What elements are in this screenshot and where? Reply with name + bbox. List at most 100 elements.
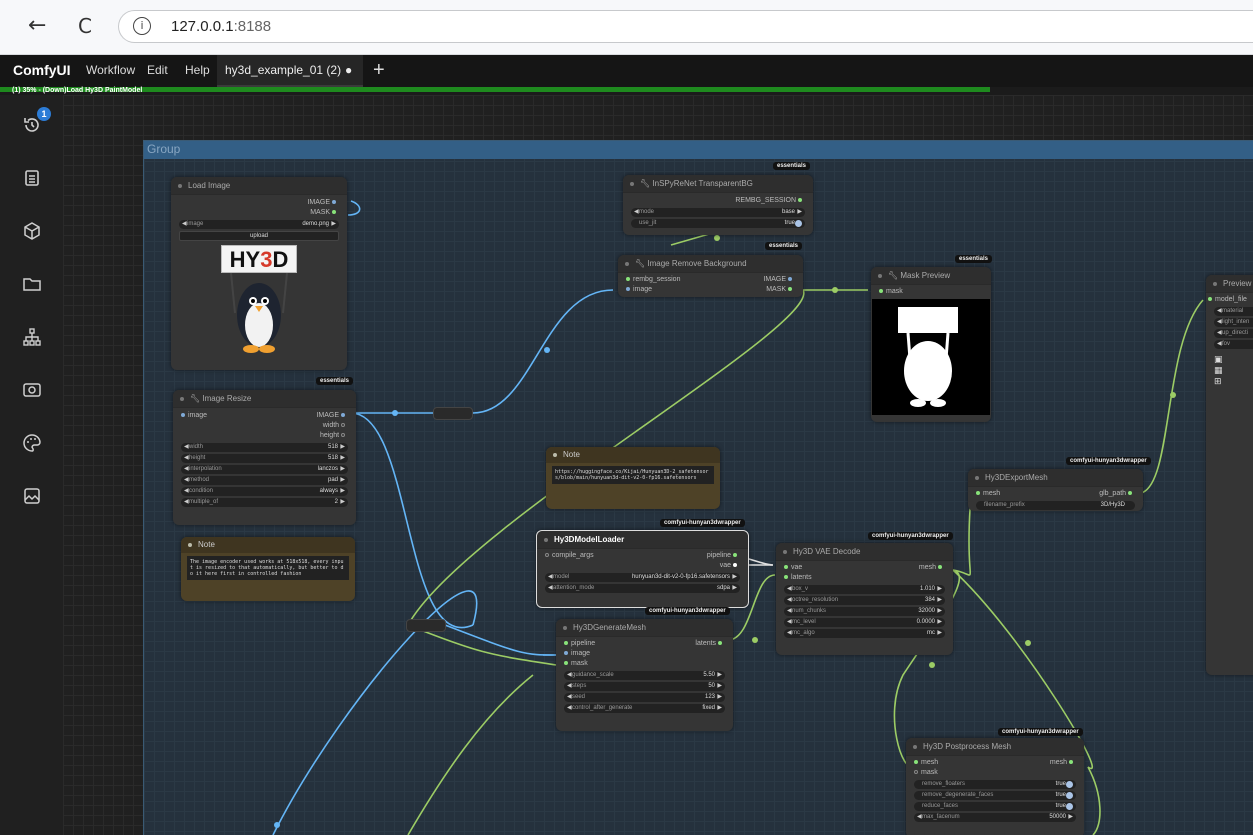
fov-select[interactable]: ◀ fov	[1214, 340, 1253, 349]
output-mesh[interactable]: mesh	[919, 563, 945, 573]
material-select[interactable]: ◀ material	[1214, 307, 1253, 316]
note-node[interactable]: Note The image encoder used works at 518…	[181, 537, 355, 601]
node-title[interactable]: Hy3DGenerateMesh	[556, 619, 733, 637]
decrement-icon[interactable]: ◀	[184, 498, 189, 507]
input-label[interactable]: mask	[886, 288, 903, 295]
comfyui-logo[interactable]: ComfyUI	[13, 62, 71, 78]
decrement-icon[interactable]: ◀	[567, 682, 572, 691]
toggle-remove-degenerate-faces[interactable]: remove_degenerate_faces true	[914, 791, 1076, 800]
output-vae[interactable]: vae	[720, 561, 740, 571]
input-label[interactable]: mesh	[983, 490, 1000, 497]
output-latents[interactable]: latents	[695, 639, 725, 649]
input-label[interactable]: pipeline	[571, 640, 595, 647]
output-mesh[interactable]: mesh	[1050, 758, 1076, 768]
node-title[interactable]: Load Image	[171, 177, 347, 195]
inspyrenet-node[interactable]: 🔧︎ InSPyReNet TransparentBG REMBG_SESSIO…	[623, 175, 813, 235]
light-intensity-select[interactable]: ◀ light_inten	[1214, 318, 1253, 327]
address-bar[interactable]: i 127.0.0.1:8188	[118, 10, 1253, 43]
output-glb-path[interactable]: glb_path	[1099, 489, 1135, 499]
input-label[interactable]: image	[633, 286, 652, 293]
preview-3d-node[interactable]: Preview 3 model_file ◀ material ◀ light_…	[1206, 275, 1253, 675]
input-label[interactable]: model_file	[1215, 296, 1247, 303]
widget-steps[interactable]: ◀ steps 50 ▶	[564, 682, 725, 691]
site-info-icon[interactable]: i	[133, 17, 151, 35]
camera-view-icon[interactable]: ▣	[1214, 355, 1253, 366]
increment-icon[interactable]: ▶	[717, 671, 722, 680]
model-library-icon[interactable]	[22, 221, 42, 241]
note-text[interactable]: https://huggingface.co/Kijai/Hunyuan3D-2…	[552, 466, 714, 484]
remove-background-node[interactable]: 🔧︎ Image Remove Background rembg_session…	[618, 255, 803, 297]
widget-mc-algo[interactable]: ◀ mc_algo mc ▶	[784, 629, 945, 638]
new-tab-button[interactable]: +	[373, 59, 385, 82]
decrement-icon[interactable]: ◀	[184, 476, 189, 485]
max-facenum-field[interactable]: ◀ max_facenum 50000 ▶	[914, 813, 1076, 822]
widget-control-after-generate[interactable]: ◀ control_after_generate fixed ▶	[564, 704, 725, 713]
toggle-knob[interactable]	[1066, 792, 1073, 799]
node-title[interactable]: Hy3DExportMesh	[968, 469, 1143, 487]
input-label[interactable]: mask	[571, 660, 588, 667]
back-icon[interactable]: ←	[28, 15, 46, 37]
node-title[interactable]: 🔧︎ Image Resize	[173, 390, 356, 408]
widget-mc-level[interactable]: ◀ mc_level 0.0000 ▶	[784, 618, 945, 627]
image-select[interactable]: ◀ image demo.png ▶	[179, 220, 339, 229]
increment-icon[interactable]: ▶	[937, 596, 942, 605]
input-label[interactable]: rembg_session	[633, 276, 680, 283]
widget-height[interactable]: ◀ height 518 ▶	[181, 454, 348, 463]
output-rembg-session[interactable]: REMBG_SESSION	[735, 196, 805, 206]
increment-icon[interactable]: ▶	[340, 476, 345, 485]
increment-icon[interactable]: ▶	[937, 629, 942, 638]
reroute-node[interactable]	[433, 407, 473, 420]
hy3d-export-mesh-node[interactable]: Hy3DExportMesh mesh glb_path filename_pre…	[968, 469, 1143, 511]
input-label[interactable]: image	[571, 650, 590, 657]
node-title[interactable]: 🔧︎ Mask Preview	[871, 267, 991, 285]
up-direction-select[interactable]: ◀ up_directi	[1214, 329, 1253, 338]
reload-icon[interactable]: C	[78, 15, 92, 37]
widget-num-chunks[interactable]: ◀ num_chunks 32000 ▶	[784, 607, 945, 616]
output-image[interactable]: IMAGE	[307, 198, 339, 208]
node-title[interactable]: Preview 3	[1206, 275, 1253, 293]
increment-icon[interactable]: ▶	[937, 618, 942, 627]
reroute-node[interactable]	[406, 619, 446, 632]
load-image-node[interactable]: Load Image IMAGE MASK ◀ image demo.png ▶ u…	[171, 177, 347, 370]
menu-edit[interactable]: Edit	[147, 63, 168, 77]
hy3d-model-loader-node[interactable]: Hy3DModelLoader compile_args pipeline vae…	[536, 530, 749, 608]
workflow-tab[interactable]: hy3d_example_01 (2) ●	[217, 55, 363, 87]
widget-width[interactable]: ◀ width 518 ▶	[181, 443, 348, 452]
use-jit-toggle[interactable]: use_jit true	[631, 219, 805, 228]
input-label[interactable]: image	[188, 412, 207, 419]
output-mask[interactable]: MASK	[310, 208, 339, 218]
hy3d-vae-decode-node[interactable]: Hy3D VAE Decode vae mesh latents ◀ box_v 1…	[776, 543, 953, 655]
menu-workflow[interactable]: Workflow	[86, 63, 135, 77]
model-select[interactable]: ◀ model hunyuan3d-dit-v2-0-fp16.safetenso…	[545, 573, 740, 582]
output-pipeline[interactable]: pipeline	[707, 551, 740, 561]
node-title[interactable]: 🔧︎ InSPyReNet TransparentBG	[623, 175, 813, 193]
wireframe-icon[interactable]: ⊞	[1214, 377, 1253, 388]
decrement-icon[interactable]: ◀	[567, 704, 572, 713]
mode-select[interactable]: ◀ mode base ▶	[631, 208, 805, 217]
toggle-remove-floaters[interactable]: remove_floaters true	[914, 780, 1076, 789]
increment-icon[interactable]: ▶	[717, 682, 722, 691]
increment-icon[interactable]: ▶	[937, 585, 942, 594]
toggle-reduce-faces[interactable]: reduce_faces true	[914, 802, 1076, 811]
decrement-icon[interactable]: ◀	[787, 629, 792, 638]
widget-interpolation[interactable]: ◀ interpolation lanczos ▶	[181, 465, 348, 474]
unsaved-dot-icon[interactable]: ●	[345, 63, 352, 77]
image-resize-node[interactable]: 🔧︎ Image Resize image IMAGE width height …	[173, 390, 356, 525]
decrement-icon[interactable]: ◀	[787, 585, 792, 594]
input-label[interactable]: latents	[791, 574, 812, 581]
widget-octree-resolution[interactable]: ◀ octree_resolution 384 ▶	[784, 596, 945, 605]
note-text[interactable]: The image encoder used works at 518x518,…	[187, 556, 349, 580]
palette-icon[interactable]	[22, 433, 42, 453]
decrement-icon[interactable]: ◀	[567, 693, 572, 702]
node-title[interactable]: Hy3D Postprocess Mesh	[906, 738, 1084, 756]
filename-prefix-field[interactable]: filename_prefix 3D/Hy3D	[976, 501, 1135, 510]
output-mask[interactable]: MASK	[766, 285, 795, 295]
node-title[interactable]: Note	[546, 447, 720, 463]
widget-box-v[interactable]: ◀ box_v 1.010 ▶	[784, 585, 945, 594]
toggle-knob[interactable]	[1066, 803, 1073, 810]
decrement-icon[interactable]: ◀	[787, 607, 792, 616]
decrement-icon[interactable]: ◀	[184, 487, 189, 496]
increment-icon[interactable]: ▶	[340, 465, 345, 474]
upload-button[interactable]: upload	[179, 231, 339, 241]
widget-seed[interactable]: ◀ seed 123 ▶	[564, 693, 725, 702]
